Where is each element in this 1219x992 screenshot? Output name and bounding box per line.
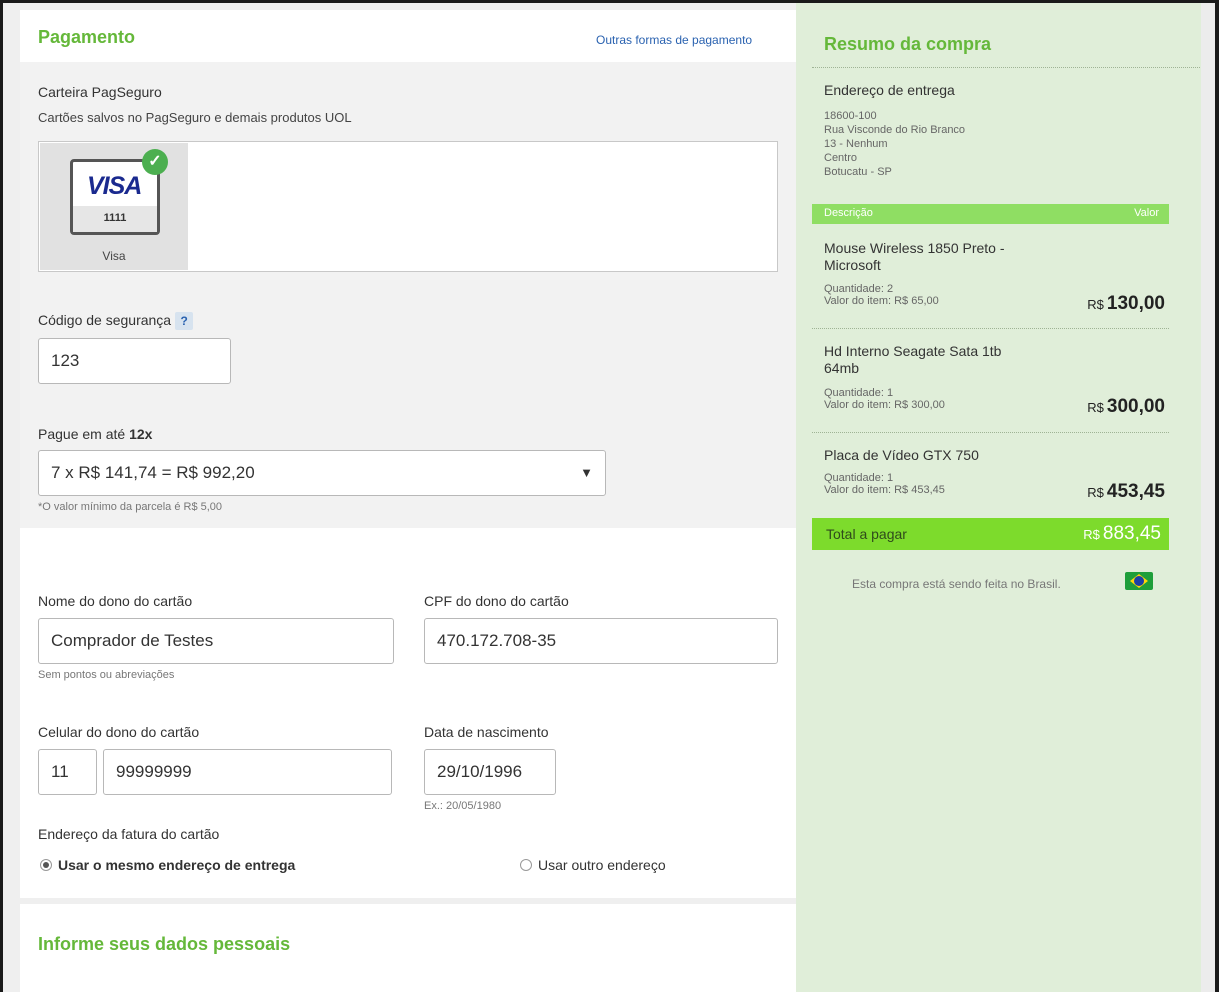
card-last-digits: 1111 bbox=[103, 212, 127, 224]
item-meta: Quantidade: 1 Valor do item: R$ 300,00 bbox=[824, 387, 945, 411]
installments-label-prefix: Pague em até bbox=[38, 426, 126, 442]
item-quantity: Quantidade: 1 bbox=[824, 387, 894, 399]
other-payment-methods-link[interactable]: Outras formas de pagamento bbox=[596, 33, 752, 47]
selected-check-icon: ✓ bbox=[142, 149, 168, 175]
currency-symbol: R$ bbox=[1087, 485, 1104, 500]
total-amount: 883,45 bbox=[1102, 523, 1161, 544]
item-quantity: Quantidade: 2 bbox=[824, 283, 894, 295]
scroll-gutter bbox=[1201, 3, 1215, 992]
phone-number-input[interactable]: 99999999 bbox=[103, 749, 392, 795]
item-name: Mouse Wireless 1850 Preto - Microsoft bbox=[824, 240, 1005, 274]
dropdown-arrow-icon: ▼ bbox=[580, 465, 593, 480]
holder-name-label: Nome do dono do cartão bbox=[38, 593, 193, 609]
saved-card-visa[interactable]: VISA 1111 ✓ Visa bbox=[40, 143, 188, 270]
divider bbox=[812, 67, 1200, 68]
holder-cpf-label: CPF do dono do cartão bbox=[424, 593, 569, 609]
installments-label: Pague em até 12x bbox=[38, 426, 152, 442]
item-name: Placa de Vídeo GTX 750 bbox=[824, 447, 979, 464]
item-name: Hd Interno Seagate Sata 1tb 64mb bbox=[824, 343, 1001, 377]
items-table-header: Descrição Valor bbox=[812, 204, 1169, 224]
wallet-subtitle: Cartões salvos no PagSeguro e demais pro… bbox=[38, 110, 352, 125]
visa-logo: VISA bbox=[87, 172, 142, 200]
item-name-line: 64mb bbox=[824, 360, 860, 376]
address-line: Rua Visconde do Rio Branco bbox=[824, 124, 966, 136]
item-unit-value: Valor do item: R$ 65,00 bbox=[824, 295, 939, 307]
item-meta: Quantidade: 2 Valor do item: R$ 65,00 bbox=[824, 283, 939, 307]
payment-title: Pagamento bbox=[38, 27, 136, 47]
installments-selected-value: 7 x R$ 141,74 = R$ 992,20 bbox=[51, 463, 255, 482]
total-label: Total a pagar bbox=[826, 526, 907, 542]
personal-data-title: Informe seus dados pessoais bbox=[38, 934, 291, 954]
security-code-label-text: Código de segurança bbox=[38, 312, 172, 328]
item-total-value: 453,45 bbox=[1106, 481, 1165, 502]
holder-cpf-input[interactable]: 470.172.708-35 bbox=[424, 618, 778, 664]
item-total: R$ 300,00 bbox=[1045, 396, 1165, 418]
column-description: Descrição bbox=[824, 207, 873, 219]
holder-name-input[interactable]: Comprador de Testes bbox=[38, 618, 394, 664]
address-line: Botucatu - SP bbox=[824, 166, 892, 178]
installments-max: 12x bbox=[129, 426, 153, 442]
total-value: R$ 883,45 bbox=[1083, 523, 1161, 545]
window-frame-right bbox=[1215, 0, 1219, 992]
same-address-option-label[interactable]: Usar o mesmo endereço de entrega bbox=[58, 857, 295, 873]
item-name-line: Placa de Vídeo GTX 750 bbox=[824, 447, 979, 463]
help-icon[interactable]: ? bbox=[175, 312, 194, 331]
country-note: Esta compra está sendo feita no Brasil. bbox=[852, 577, 1061, 591]
birth-date-input[interactable]: 29/10/1996 bbox=[424, 749, 556, 795]
brazil-flag-icon bbox=[1125, 572, 1153, 590]
delivery-address-label: Endereço de entrega bbox=[824, 82, 955, 98]
holder-phone-label: Celular do dono do cartão bbox=[38, 724, 200, 740]
item-total-value: 300,00 bbox=[1106, 396, 1165, 417]
delivery-address: 18600-100 Rua Visconde do Rio Branco 13 … bbox=[824, 109, 965, 179]
column-value: Valor bbox=[1134, 207, 1159, 219]
address-line: Centro bbox=[824, 152, 858, 164]
item-unit-value: Valor do item: R$ 300,00 bbox=[824, 399, 945, 411]
item-meta: Quantidade: 1 Valor do item: R$ 453,45 bbox=[824, 472, 945, 496]
divider bbox=[812, 432, 1169, 433]
item-name-line: Microsoft bbox=[824, 257, 881, 273]
installments-select[interactable]: 7 x R$ 141,74 = R$ 992,20 ▼ bbox=[38, 450, 606, 496]
total-to-pay-bar: Total a pagar R$ 883,45 bbox=[812, 518, 1169, 550]
card-brand-label: Visa bbox=[102, 249, 126, 263]
birth-date-example: Ex.: 20/05/1980 bbox=[424, 800, 502, 812]
radio-other-address[interactable] bbox=[520, 859, 532, 871]
item-name-line: Mouse Wireless 1850 Preto - bbox=[824, 240, 1005, 256]
billing-address-label: Endereço da fatura do cartão bbox=[38, 826, 220, 842]
security-code-label: Código de segurança? bbox=[38, 312, 194, 331]
phone-ddd-input[interactable]: 11 bbox=[38, 749, 97, 795]
address-line: 18600-100 bbox=[824, 110, 877, 122]
item-quantity: Quantidade: 1 bbox=[824, 472, 894, 484]
item-total: R$ 453,45 bbox=[1045, 481, 1165, 503]
holder-name-hint: Sem pontos ou abreviações bbox=[38, 669, 175, 681]
address-line: 13 - Nenhum bbox=[824, 138, 888, 150]
item-name-line: Hd Interno Seagate Sata 1tb bbox=[824, 343, 1002, 359]
other-address-option-label[interactable]: Usar outro endereço bbox=[538, 857, 666, 873]
divider bbox=[812, 328, 1169, 329]
window-frame-left bbox=[0, 0, 3, 992]
currency-symbol: R$ bbox=[1083, 527, 1100, 542]
wallet-title: Carteira PagSeguro bbox=[38, 84, 162, 100]
birth-date-label: Data de nascimento bbox=[424, 724, 549, 740]
currency-symbol: R$ bbox=[1087, 297, 1104, 312]
item-total-value: 130,00 bbox=[1106, 293, 1165, 314]
summary-title: Resumo da compra bbox=[824, 34, 992, 54]
currency-symbol: R$ bbox=[1087, 400, 1104, 415]
security-code-input[interactable]: 123 bbox=[38, 338, 231, 384]
item-unit-value: Valor do item: R$ 453,45 bbox=[824, 484, 945, 496]
installment-minimum-note: *O valor mínimo da parcela é R$ 5,00 bbox=[38, 501, 223, 513]
radio-same-address[interactable] bbox=[40, 859, 52, 871]
item-total: R$ 130,00 bbox=[1045, 293, 1165, 315]
flag-globe bbox=[1134, 576, 1144, 586]
